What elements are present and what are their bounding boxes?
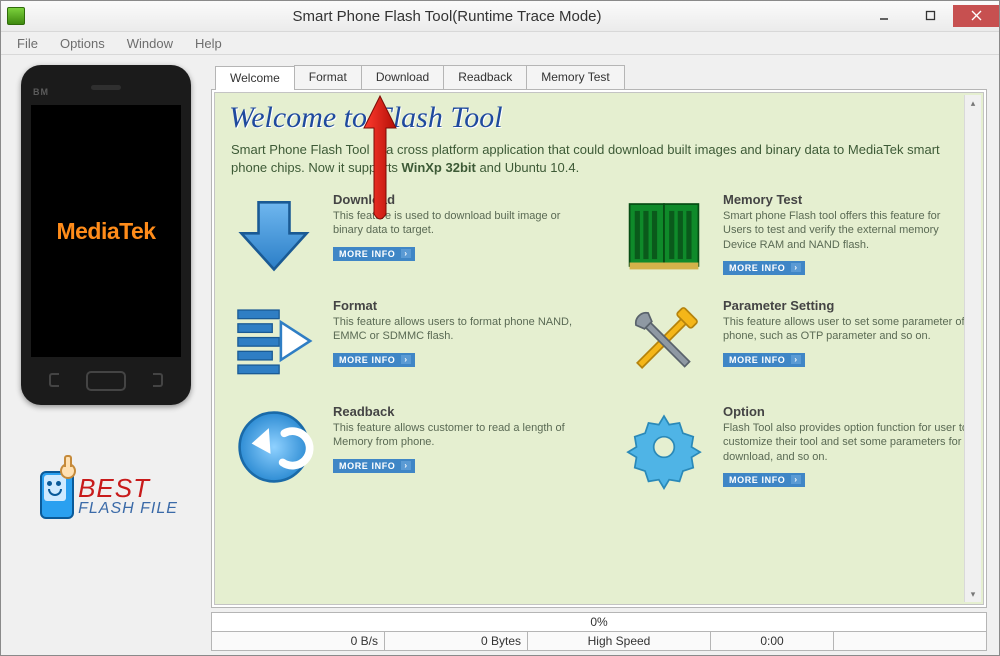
chevron-right-icon: › [401,461,410,470]
gear-icon [619,404,709,490]
welcome-desc-bold: WinXp 32bit [402,160,476,175]
feature-download: Download This feature is used to downloa… [229,192,579,278]
feature-grid: Download This feature is used to downloa… [229,192,969,490]
feature-download-title: Download [333,192,579,207]
menu-help[interactable]: Help [185,33,232,54]
feature-memtest-desc: Smart phone Flash tool offers this featu… [723,209,969,252]
best-flash-file-logo: BEST FLASH FILE [34,465,178,525]
maximize-button[interactable] [907,5,953,27]
feature-format: Format This feature allows users to form… [229,298,579,384]
phone-screen: MediaTek [31,105,181,357]
tools-icon [619,298,709,384]
progress-value: 0% [590,615,607,629]
status-bytes: 0 Bytes [385,632,528,650]
feature-format-desc: This feature allows users to format phon… [333,315,579,344]
window-title: Smart Phone Flash Tool(Runtime Trace Mod… [33,8,861,25]
app-window: Smart Phone Flash Tool(Runtime Trace Mod… [0,0,1000,656]
more-info-memtest[interactable]: MORE INFO › [723,261,805,275]
tab-readback[interactable]: Readback [443,65,527,89]
chevron-right-icon: › [791,355,800,364]
bff-text: BEST FLASH FILE [78,473,178,518]
feature-option-title: Option [723,404,969,419]
minimize-button[interactable] [861,5,907,27]
feature-parameter: Parameter Setting This feature allows us… [619,298,969,384]
tab-memory-test[interactable]: Memory Test [526,65,624,89]
feature-memtest-title: Memory Test [723,192,969,207]
tab-download[interactable]: Download [361,65,444,89]
phone-softkey-left-icon [49,373,59,387]
tab-content: Welcome to Flash Tool Smart Phone Flash … [211,90,987,608]
feature-option-desc: Flash Tool also provides option function… [723,421,969,464]
more-label: MORE INFO [339,461,395,471]
maximize-icon [925,10,936,21]
feature-readback: Readback This feature allows customer to… [229,404,579,490]
chevron-right-icon: › [401,249,410,258]
status-empty [834,632,986,650]
phone-home-icon [86,371,126,391]
feature-download-desc: This feature is used to download built i… [333,209,579,238]
feature-readback-desc: This feature allows customer to read a l… [333,421,565,450]
scroll-down-icon: ▾ [965,586,981,602]
body: BM MediaTek BEST FLASH FILE [1,55,999,655]
close-icon [971,10,982,21]
window-controls [861,5,999,27]
chevron-right-icon: › [791,475,800,484]
more-label: MORE INFO [339,355,395,365]
feature-param-desc: This feature allows user to set some par… [723,315,969,344]
phone-illustration: BM MediaTek [21,65,191,405]
app-icon [7,7,25,25]
welcome-desc-pre: Smart Phone Flash Tool is a cross platfo… [231,142,940,175]
status-rate: 0 B/s [212,632,385,650]
feature-memory-test: Memory Test Smart phone Flash tool offer… [619,192,969,278]
vertical-scrollbar[interactable]: ▴ ▾ [964,95,981,602]
progress-bar: 0% [211,612,987,632]
more-info-download[interactable]: MORE INFO › [333,247,415,261]
welcome-pane: Welcome to Flash Tool Smart Phone Flash … [214,92,984,605]
left-column: BM MediaTek BEST FLASH FILE [1,55,211,655]
menu-window[interactable]: Window [117,33,183,54]
minimize-icon [878,10,890,22]
feature-option: Option Flash Tool also provides option f… [619,404,969,490]
format-list-icon [229,298,319,384]
more-label: MORE INFO [729,475,785,485]
menu-file[interactable]: File [7,33,48,54]
welcome-title: Welcome to Flash Tool [229,101,969,135]
feature-format-title: Format [333,298,579,313]
menu-options[interactable]: Options [50,33,115,54]
more-info-readback[interactable]: MORE INFO › [333,459,415,473]
status-area: 0% 0 B/s 0 Bytes High Speed 0:00 [211,612,987,651]
tab-format[interactable]: Format [294,65,362,89]
feature-readback-title: Readback [333,404,565,419]
chevron-right-icon: › [401,355,410,364]
welcome-desc-mid: and Ubuntu 10.4. [476,160,579,175]
mascot-icon [34,465,78,525]
tab-strip: Welcome Format Download Readback Memory … [211,63,987,90]
phone-softkey-right-icon [153,373,163,387]
welcome-description: Smart Phone Flash Tool is a cross platfo… [231,141,967,176]
title-bar: Smart Phone Flash Tool(Runtime Trace Mod… [1,1,999,32]
feature-param-title: Parameter Setting [723,298,969,313]
ram-chip-icon [619,192,709,278]
status-time: 0:00 [711,632,834,650]
phone-brand-label: BM [33,87,49,97]
bff-line2: FLASH FILE [78,500,178,518]
right-column: Welcome Format Download Readback Memory … [211,55,999,655]
status-mode: High Speed [528,632,711,650]
close-button[interactable] [953,5,999,27]
status-row: 0 B/s 0 Bytes High Speed 0:00 [211,632,987,651]
download-arrow-icon [229,192,319,278]
back-arrow-circle-icon [229,404,319,490]
scroll-up-icon: ▴ [965,95,981,111]
menu-bar: File Options Window Help [1,32,999,55]
more-label: MORE INFO [729,355,785,365]
tab-welcome[interactable]: Welcome [215,66,295,90]
more-info-option[interactable]: MORE INFO › [723,473,805,487]
more-label: MORE INFO [729,263,785,273]
more-label: MORE INFO [339,249,395,259]
more-info-format[interactable]: MORE INFO › [333,353,415,367]
phone-screen-text: MediaTek [56,218,155,245]
chevron-right-icon: › [791,263,800,272]
more-info-param[interactable]: MORE INFO › [723,353,805,367]
phone-speaker-icon [91,85,121,90]
